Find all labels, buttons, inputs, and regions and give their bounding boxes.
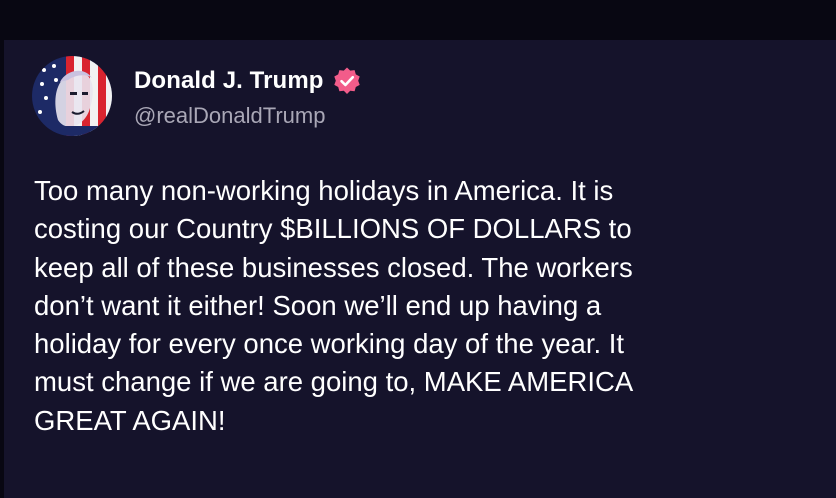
author-name-row: Donald J. Trump bbox=[134, 64, 362, 98]
author-display-name[interactable]: Donald J. Trump bbox=[134, 67, 324, 95]
avatar[interactable] bbox=[32, 56, 112, 136]
verified-badge-icon bbox=[333, 67, 360, 94]
screenshot-frame: Donald J. Trump @realDonaldTrump Too man… bbox=[0, 0, 836, 498]
author-handle[interactable]: @realDonaldTrump bbox=[134, 103, 325, 129]
avatar-image bbox=[32, 56, 112, 136]
post-text: Too many non-working holidays in America… bbox=[34, 175, 634, 436]
